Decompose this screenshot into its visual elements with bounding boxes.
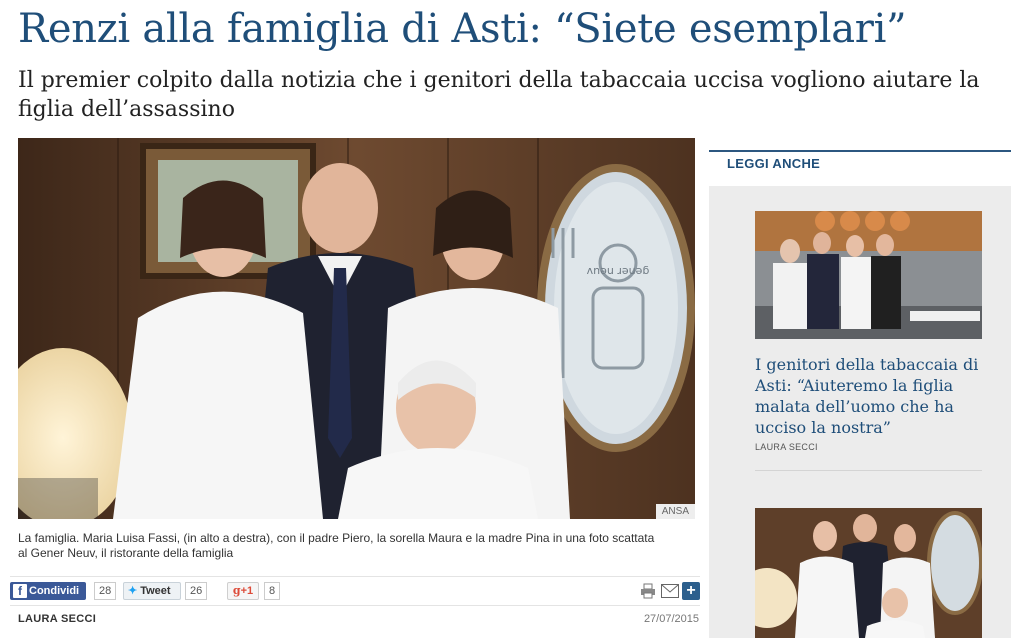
twitter-bird-icon: ✦ xyxy=(128,585,138,597)
gplus-count: 8 xyxy=(264,582,281,600)
sign-text: gener neuv xyxy=(586,265,649,278)
sidebar-divider xyxy=(709,150,1011,152)
related-article-separator xyxy=(755,470,982,471)
related-article-thumbnail-2[interactable] xyxy=(755,508,982,638)
main-photo: gener neuv ANSA xyxy=(18,138,695,519)
facebook-share-button[interactable]: f Condividi xyxy=(10,582,86,600)
related-article-thumbnail[interactable] xyxy=(755,211,982,339)
photo-caption: La famiglia. Maria Luisa Fassi, (in alto… xyxy=(18,531,655,560)
sidebar-heading: LEGGI ANCHE xyxy=(727,156,821,171)
gplus-icon: g xyxy=(232,584,241,597)
family-photo-illustration: gener neuv xyxy=(18,138,695,519)
gplus-button[interactable]: g+1 xyxy=(227,582,259,600)
related-article-author: LAURA SECCI xyxy=(755,442,818,452)
tweet-button[interactable]: ✦ Tweet xyxy=(123,582,181,600)
more-share-plus-icon[interactable]: + xyxy=(682,582,700,600)
article-author[interactable]: LAURA SECCI xyxy=(18,613,96,625)
article-title: Renzi alla famiglia di Asti: “Siete esem… xyxy=(18,6,907,52)
article-subtitle: Il premier colpito dalla notizia che i g… xyxy=(18,68,980,122)
share-bar: f Condividi 28 ✦ Tweet 26 g+1 8 + xyxy=(10,576,700,606)
facebook-icon: f xyxy=(13,584,27,598)
email-icon[interactable] xyxy=(661,584,679,598)
print-icon[interactable] xyxy=(640,583,656,599)
related-articles-panel: I genitori della tabaccaia di Asti: “Aiu… xyxy=(709,186,1011,638)
facebook-share-count: 28 xyxy=(94,582,117,600)
related-article-title[interactable]: I genitori della tabaccaia di Asti: “Aiu… xyxy=(755,354,980,438)
article-date: 27/07/2015 xyxy=(643,613,699,625)
tweet-count: 26 xyxy=(185,582,208,600)
photo-credit: ANSA xyxy=(655,504,695,519)
